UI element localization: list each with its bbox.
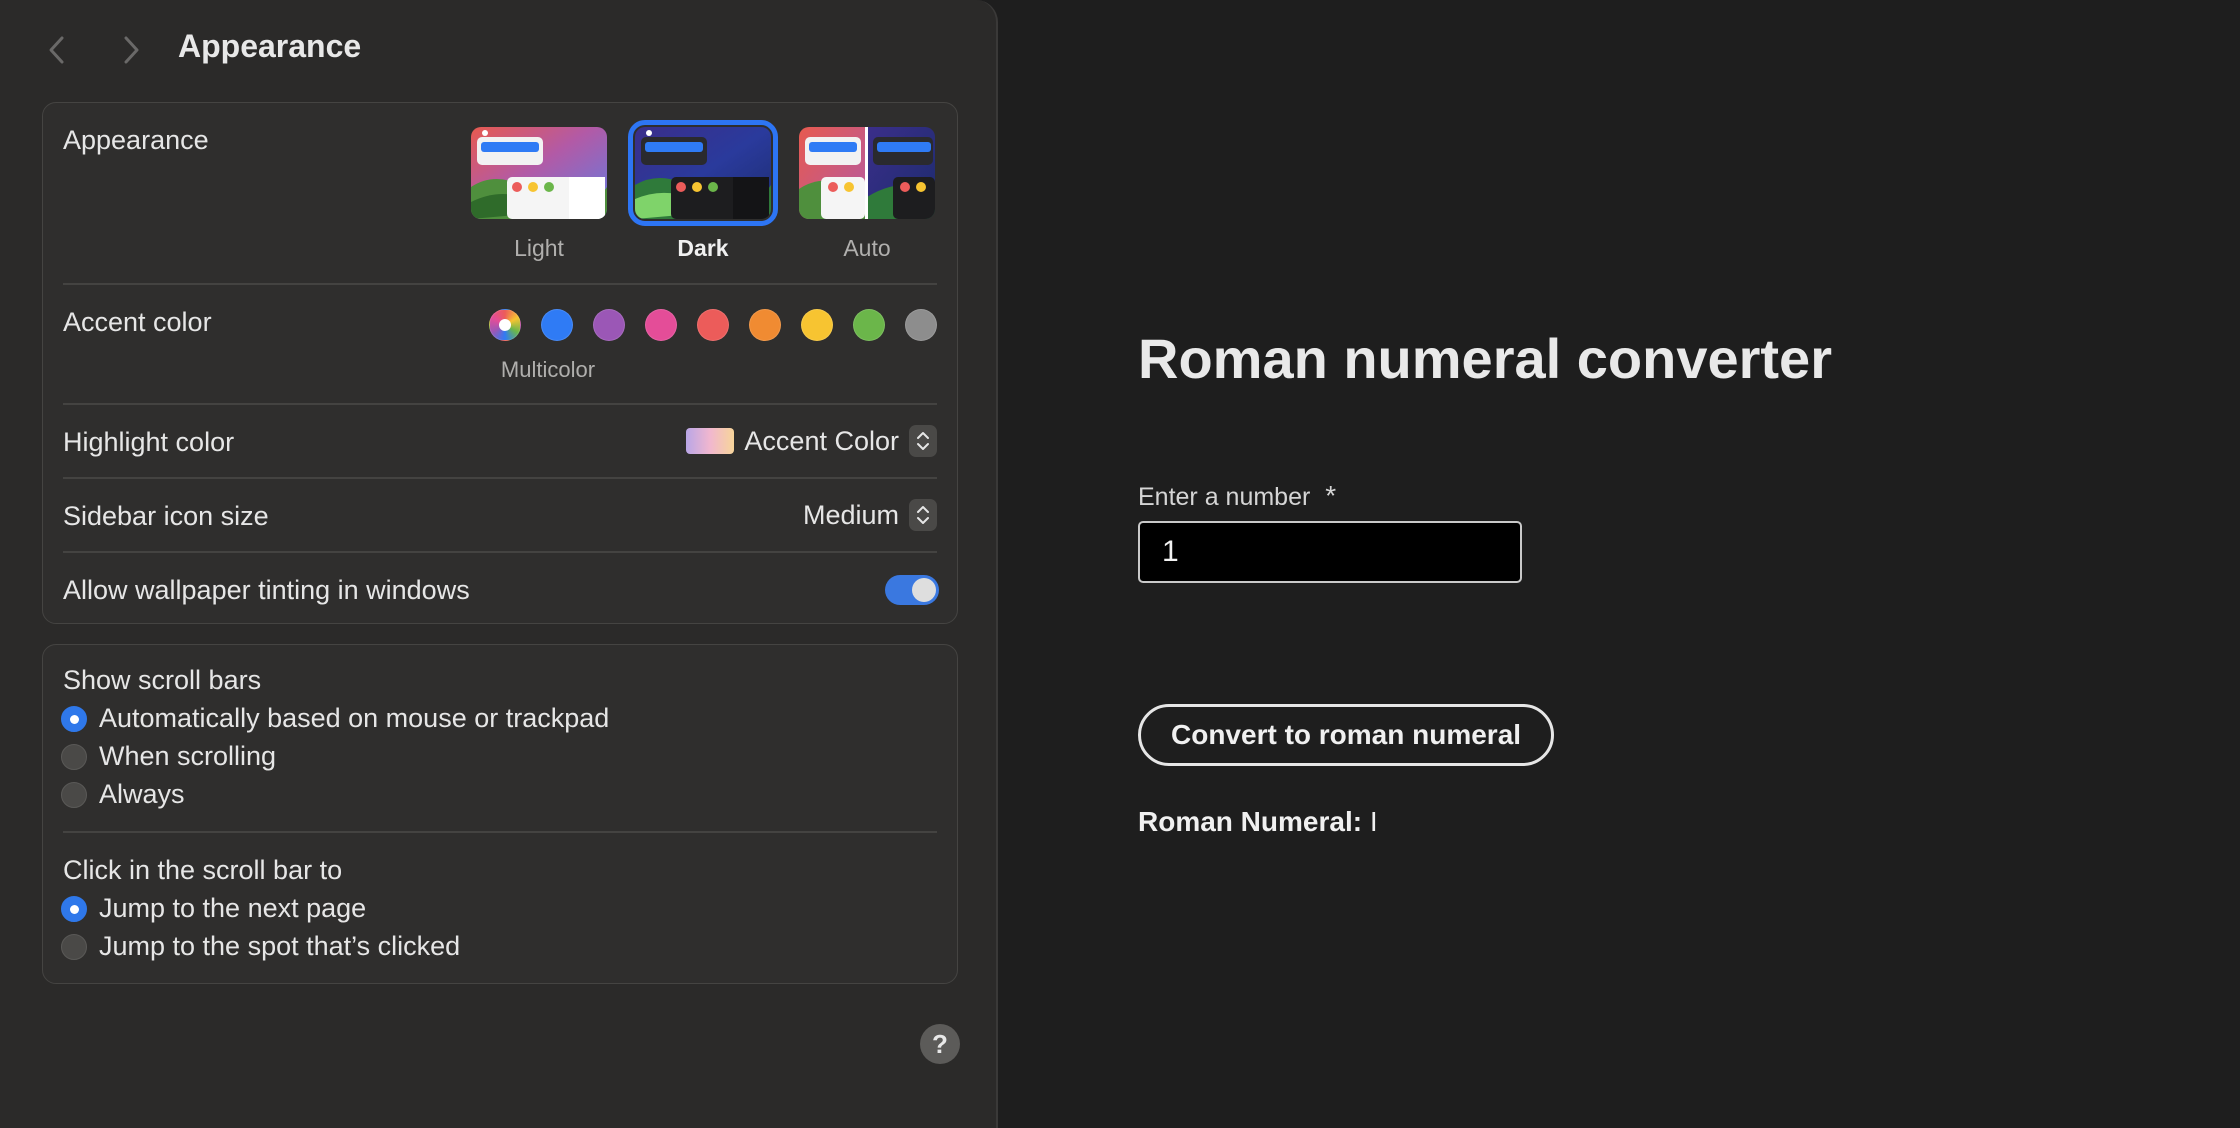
divider — [63, 283, 937, 285]
radio-label: Always — [99, 779, 185, 809]
accent-red-swatch[interactable] — [697, 309, 729, 341]
radio-label: When scrolling — [99, 741, 277, 771]
appearance-dark-caption: Dark — [677, 235, 729, 261]
toggle-knob — [912, 578, 936, 602]
appearance-label: Appearance — [63, 125, 209, 155]
accent-green-swatch[interactable] — [853, 309, 885, 341]
result-line: Roman Numeral: I — [1138, 806, 1378, 838]
forward-chevron-icon[interactable] — [110, 30, 150, 70]
radio-selected[interactable] — [61, 895, 87, 922]
appearance-auto-caption: Auto — [843, 235, 891, 261]
convert-button[interactable]: Convert to roman numeral — [1138, 704, 1555, 766]
back-chevron-icon[interactable] — [38, 30, 78, 70]
accent-graphite-swatch[interactable] — [905, 309, 937, 341]
result-value: I — [1369, 806, 1378, 837]
scroll-bars-always-option[interactable]: Always — [61, 779, 185, 810]
radio-unselected[interactable] — [61, 933, 87, 960]
highlight-color-popup[interactable]: Accent Color — [686, 425, 937, 457]
accent-selected-caption: Multicolor — [500, 357, 596, 382]
up-down-chevron-icon — [909, 425, 937, 457]
radio-unselected[interactable] — [61, 743, 87, 770]
accent-blue-swatch[interactable] — [541, 309, 573, 341]
radio-selected[interactable] — [61, 705, 87, 732]
accent-multicolor-swatch[interactable] — [489, 309, 521, 341]
appearance-dark-option[interactable] — [628, 120, 778, 226]
appearance-light-caption: Light — [514, 235, 564, 261]
settings-window: Appearance Appearance Light Dark Auto Ac… — [0, 0, 998, 1128]
jump-to-spot-option[interactable]: Jump to the spot that’s clicked — [61, 931, 460, 962]
highlight-color-label: Highlight color — [63, 427, 235, 457]
number-field-label: Enter a number * — [1138, 480, 1336, 512]
wallpaper-tinting-toggle[interactable] — [885, 575, 939, 605]
divider — [63, 477, 937, 479]
appearance-auto-option[interactable] — [799, 127, 935, 219]
divider — [63, 831, 937, 833]
sidebar-icon-size-popup[interactable]: Medium — [803, 499, 937, 531]
result-label: Roman Numeral: — [1138, 806, 1363, 837]
radio-unselected[interactable] — [61, 781, 87, 808]
up-down-chevron-icon — [909, 499, 937, 531]
appearance-group: Appearance Light Dark Auto Accent color … — [42, 102, 958, 624]
sidebar-icon-size-value: Medium — [802, 499, 899, 530]
highlight-color-swatch — [686, 428, 735, 454]
field-label-text: Enter a number — [1138, 483, 1311, 511]
click-scroll-bar-label: Click in the scroll bar to — [63, 855, 343, 885]
appearance-light-option[interactable] — [471, 127, 607, 219]
accent-purple-swatch[interactable] — [593, 309, 625, 341]
show-scroll-bars-label: Show scroll bars — [63, 665, 262, 695]
number-input[interactable] — [1138, 521, 1522, 583]
scroll-bars-auto-option[interactable]: Automatically based on mouse or trackpad — [61, 703, 609, 734]
accent-pink-swatch[interactable] — [645, 309, 677, 341]
jump-next-page-option[interactable]: Jump to the next page — [61, 893, 366, 924]
page-title: Roman numeral converter — [1138, 327, 1832, 390]
accent-orange-swatch[interactable] — [749, 309, 781, 341]
accent-yellow-swatch[interactable] — [801, 309, 833, 341]
radio-label: Jump to the spot that’s clicked — [99, 931, 461, 961]
wallpaper-tinting-label: Allow wallpaper tinting in windows — [63, 575, 470, 605]
divider — [63, 403, 937, 405]
accent-color-label: Accent color — [63, 307, 212, 337]
required-asterisk: * — [1325, 480, 1337, 511]
window-title: Appearance — [178, 28, 362, 64]
highlight-color-value: Accent Color — [744, 425, 899, 456]
radio-label: Automatically based on mouse or trackpad — [99, 703, 610, 733]
scroll-bars-when-scrolling-option[interactable]: When scrolling — [61, 741, 276, 772]
radio-label: Jump to the next page — [99, 893, 367, 923]
help-button[interactable]: ? — [920, 1024, 960, 1064]
sidebar-icon-size-label: Sidebar icon size — [63, 501, 269, 531]
divider — [63, 551, 937, 553]
scroll-bars-group: Show scroll bars Automatically based on … — [42, 644, 958, 984]
